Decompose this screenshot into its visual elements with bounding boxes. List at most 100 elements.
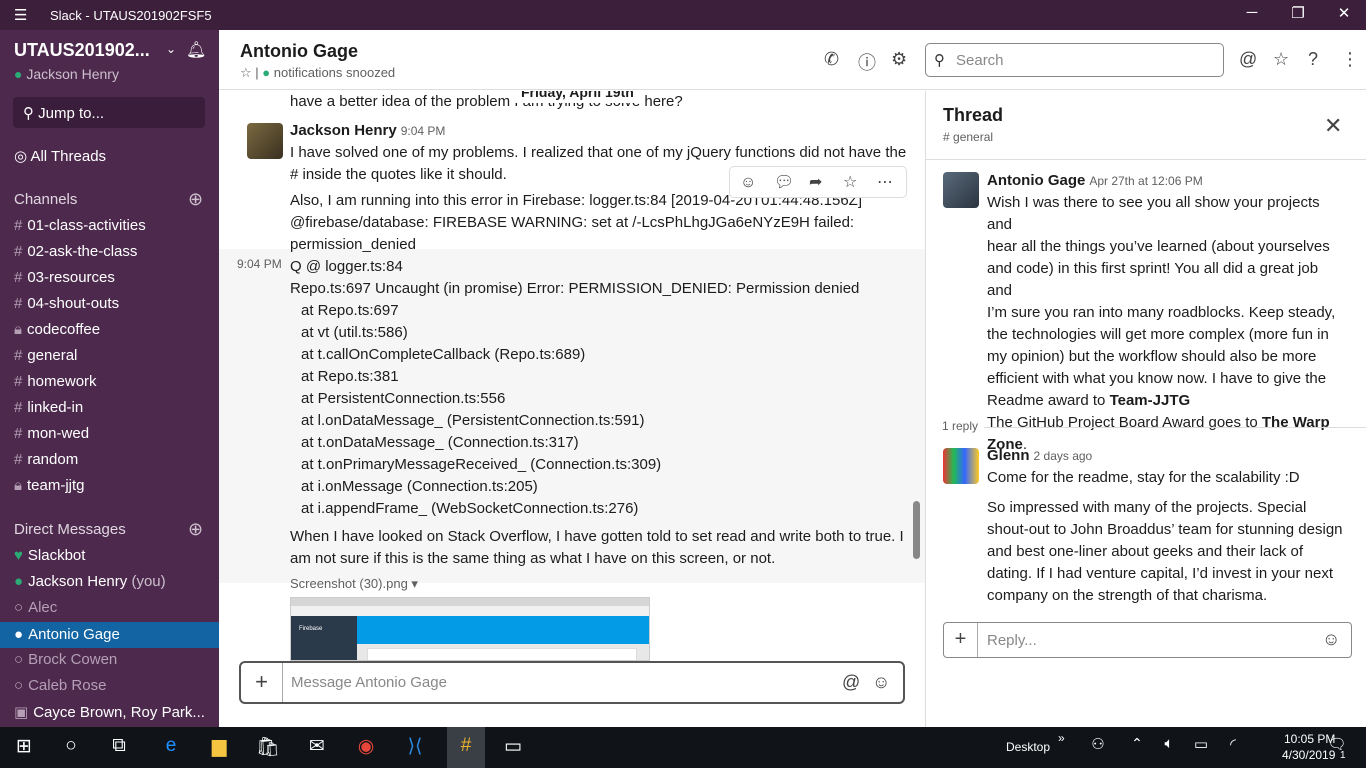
file-name[interactable]: Screenshot (30).png ▾ xyxy=(290,573,909,595)
channel-linked-in[interactable]: # linked-in xyxy=(14,399,83,416)
chevron-down-icon[interactable]: ⌄ xyxy=(166,42,176,56)
channel-homework[interactable]: # homework xyxy=(14,373,97,390)
message-author[interactable]: Glenn xyxy=(987,447,1030,464)
stack-line: at i.appendFrame_ (WebSocketConnection.t… xyxy=(301,500,639,517)
wifi-icon[interactable]: ◜ xyxy=(1218,735,1248,753)
conversation-title[interactable]: Antonio Gage xyxy=(240,41,358,62)
slack-icon[interactable]: # xyxy=(447,727,485,768)
direct-messages-header[interactable]: Direct Messages xyxy=(14,521,126,538)
heart-icon: ♥ xyxy=(14,547,23,564)
sidebar: UTAUS201902... ⌄ 🔔︎ ● Jackson Henry ⚲ Ju… xyxy=(0,30,219,727)
add-channel-icon[interactable]: ⊕ xyxy=(188,189,203,210)
mail-icon[interactable]: ✉ xyxy=(302,735,332,758)
message-time[interactable]: 9:04 PM xyxy=(237,253,282,275)
channel-codecoffee[interactable]: 🔒︎ codecoffee xyxy=(14,321,100,338)
notifications-icon[interactable]: 🗨︎ xyxy=(1322,735,1352,753)
maximize-icon[interactable]: ❐ xyxy=(1278,4,1318,22)
reply-composer[interactable]: + Reply... ☺ xyxy=(943,622,1352,658)
attach-plus-icon[interactable]: + xyxy=(944,623,978,657)
minimize-icon[interactable]: ─ xyxy=(1232,4,1272,21)
presence-icon: ● xyxy=(14,573,24,590)
dm-slackbot[interactable]: ♥ Slackbot xyxy=(14,547,85,564)
attach-plus-icon[interactable]: + xyxy=(241,663,283,702)
terminal-icon[interactable]: ▭ xyxy=(498,735,528,758)
avatar[interactable] xyxy=(247,123,283,159)
battery-icon[interactable]: ▭ xyxy=(1186,735,1216,753)
avatar[interactable] xyxy=(943,448,979,484)
starred-icon[interactable]: ☆ xyxy=(1273,49,1289,70)
channel-team-jjtg[interactable]: 🔒︎ team-jjtg xyxy=(14,477,85,494)
emoji-icon[interactable]: ☺ xyxy=(1322,629,1340,650)
chrome-icon[interactable]: ◉ xyxy=(351,735,381,758)
star-icon[interactable]: ☆ xyxy=(843,172,857,194)
scrollbar[interactable] xyxy=(913,501,920,559)
channel-02-ask-the-class[interactable]: #02-ask-the-class xyxy=(14,243,137,260)
notification-count: 1 xyxy=(1340,750,1346,761)
cortana-icon[interactable]: ○ xyxy=(56,735,86,757)
close-icon[interactable]: ✕ xyxy=(1324,113,1342,139)
info-icon[interactable]: ⓘ xyxy=(858,49,876,75)
channel-random[interactable]: # random xyxy=(14,451,78,468)
reply-thread-icon[interactable]: 💬︎ xyxy=(774,172,794,194)
channel-03-resources[interactable]: #03-resources xyxy=(14,269,115,286)
dm-antonio-gage[interactable]: ● Antonio Gage xyxy=(0,622,219,648)
store-icon[interactable]: 🛍︎ xyxy=(253,735,283,759)
show-hidden-icon[interactable]: ⌃ xyxy=(1122,735,1152,752)
presence-icon: ○ xyxy=(14,677,24,694)
file-thumbnail[interactable]: Firebase xyxy=(290,597,650,661)
mention-icon[interactable]: @ xyxy=(842,672,860,693)
chevron-icon[interactable]: » xyxy=(1058,731,1065,745)
avatar[interactable] xyxy=(943,172,979,208)
message-composer[interactable]: + Message Antonio Gage @ ☺ xyxy=(239,661,905,704)
help-icon[interactable]: ? xyxy=(1308,49,1318,70)
message-text: Readme award to Team-JJTG xyxy=(987,392,1191,409)
phone-icon[interactable]: ✆ xyxy=(824,49,839,70)
message-author[interactable]: Jackson Henry xyxy=(290,122,397,139)
emoji-icon[interactable]: ☺ xyxy=(872,672,890,693)
thread-channel[interactable]: # general xyxy=(943,130,993,144)
task-view-icon[interactable]: ⧉ xyxy=(104,735,134,757)
mentions-icon[interactable]: @ xyxy=(1239,49,1257,70)
dm-group[interactable]: ▣ Cayce Brown, Roy Park... xyxy=(14,703,205,721)
people-icon[interactable]: ⚇ xyxy=(1083,735,1113,753)
file-explorer-icon[interactable]: ▆ xyxy=(204,735,234,758)
dm-caleb-rose[interactable]: ○ Caleb Rose xyxy=(14,677,106,694)
vscode-icon[interactable]: ⟩⟨ xyxy=(400,735,430,758)
workspace-name[interactable]: UTAUS201902... xyxy=(14,40,150,61)
current-user[interactable]: ● Jackson Henry xyxy=(14,66,119,82)
message-time[interactable]: Apr 27th at 12:06 PM xyxy=(1089,174,1202,188)
message-time[interactable]: 2 days ago xyxy=(1034,449,1093,463)
channel-mon-wed[interactable]: # mon-wed xyxy=(14,425,89,442)
star-icon[interactable]: ☆ xyxy=(240,65,252,80)
all-threads-link[interactable]: ◎ All Threads xyxy=(14,147,106,165)
search-input[interactable]: ⚲ Search xyxy=(925,43,1224,77)
close-window-icon[interactable]: ✕ xyxy=(1324,4,1364,22)
channel-general[interactable]: # general xyxy=(14,347,77,364)
bell-icon[interactable]: 🔔︎ xyxy=(186,40,206,60)
message-text: and code) in this first sprint! You all … xyxy=(987,260,1319,299)
channel-01-class-activities[interactable]: #01-class-activities xyxy=(14,217,146,234)
add-reaction-icon[interactable]: ☺ xyxy=(740,172,756,194)
reply-input[interactable]: Reply... xyxy=(987,632,1037,649)
add-dm-icon[interactable]: ⊕ xyxy=(188,519,203,540)
message-time[interactable]: 9:04 PM xyxy=(401,124,446,138)
channels-header[interactable]: Channels xyxy=(14,191,77,208)
jump-to-button[interactable]: ⚲ Jump to... xyxy=(13,97,205,128)
stack-line: at t.onPrimaryMessageReceived_ (Connecti… xyxy=(301,456,662,473)
desktop-toolbar[interactable]: Desktop xyxy=(1006,740,1050,754)
edge-icon[interactable]: e xyxy=(156,735,186,757)
message-author[interactable]: Antonio Gage xyxy=(987,172,1085,189)
more-vertical-icon[interactable]: ⋮ xyxy=(1341,49,1359,70)
windows-start-icon[interactable]: ⊞ xyxy=(9,735,39,758)
dm-alec[interactable]: ○ Alec xyxy=(14,599,57,616)
menu-icon[interactable]: ☰ xyxy=(14,6,27,24)
channel-04-shout-outs[interactable]: #04-shout-outs xyxy=(14,295,119,312)
message-input[interactable]: Message Antonio Gage xyxy=(291,674,447,691)
dm-jackson-henry[interactable]: ● Jackson Henry (you) xyxy=(14,573,166,590)
lock-icon: 🔒︎ xyxy=(14,477,22,494)
dm-brock-cowen[interactable]: ○ Brock Cowen xyxy=(14,651,117,668)
more-actions-icon[interactable]: ⋯ xyxy=(877,172,893,194)
volume-icon[interactable]: 🔈︎ xyxy=(1154,735,1184,752)
share-icon[interactable]: ➦ xyxy=(809,172,822,194)
settings-icon[interactable]: ⚙ xyxy=(891,49,907,70)
